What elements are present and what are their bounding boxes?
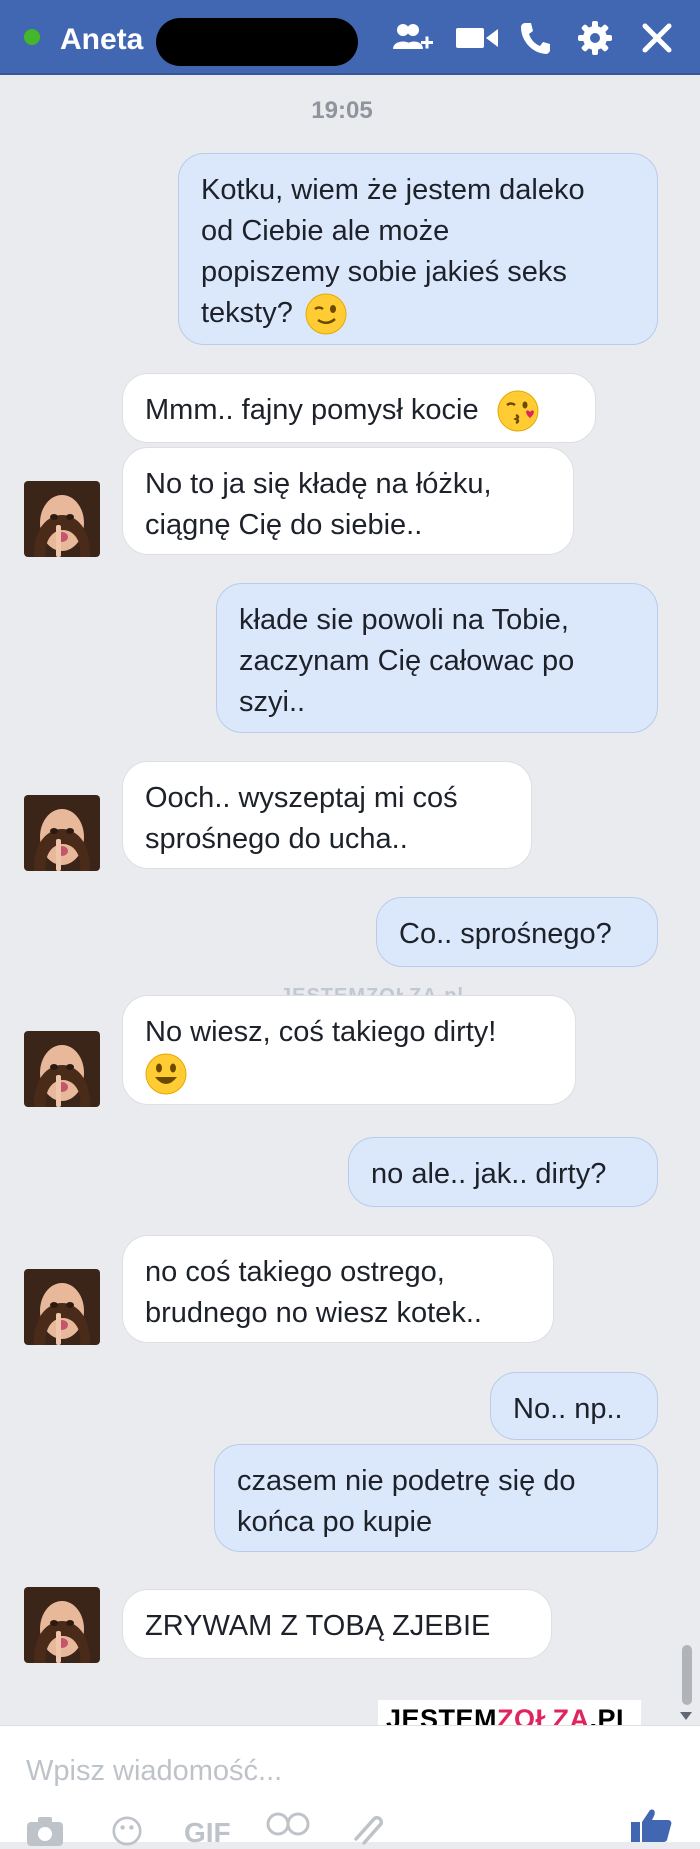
attachment-svg <box>354 1815 384 1845</box>
phone-svg <box>521 23 550 54</box>
outgoing-message[interactable]: kłade sie powoli na Tobie, zaczynam Cię … <box>216 583 658 733</box>
message-line: Mmm.. fajny pomysł kocie <box>145 394 479 426</box>
emoji-svg <box>112 1816 142 1846</box>
message-composer: GIF <box>0 1725 700 1848</box>
scroll-down-arrow-icon[interactable] <box>680 1712 692 1720</box>
message-line: kłade sie powoli na Tobie, <box>239 604 569 636</box>
message-line: no ale.. jak.. dirty? <box>371 1158 607 1190</box>
avatar-image <box>24 795 100 871</box>
online-status-dot <box>24 29 40 45</box>
outgoing-message[interactable]: Co.. sprośnego? <box>376 897 658 967</box>
contact-name[interactable]: Aneta <box>60 22 143 58</box>
scrollbar-thumb[interactable] <box>682 1645 692 1705</box>
incoming-message[interactable]: No wiesz, coś takiego dirty! <box>122 995 576 1105</box>
add-people-icon[interactable] <box>392 18 434 58</box>
camera-icon[interactable] <box>26 1816 64 1846</box>
message-line: ciągnę Cię do siebie.. <box>145 509 423 541</box>
message-line: popiszemy sobie jakieś seks <box>201 256 567 288</box>
kissing-face-icon <box>497 390 539 432</box>
gear-icon[interactable] <box>574 18 616 58</box>
message-line: ZRYWAM Z TOBĄ ZJEBIE <box>145 1610 491 1642</box>
message-line: teksty? <box>201 297 293 329</box>
redaction-bar <box>156 18 358 66</box>
message-line: czasem nie podetrę się do <box>237 1465 576 1497</box>
avatar[interactable] <box>24 481 100 557</box>
gif-button[interactable]: GIF <box>184 1817 231 1848</box>
emoji-icon[interactable] <box>110 1816 144 1846</box>
avatar-image <box>24 1031 100 1107</box>
message-thread[interactable]: 19:05 Kotku, wiem że jestem daleko od Ci… <box>0 75 700 1725</box>
outgoing-message[interactable]: no ale.. jak.. dirty? <box>348 1137 658 1207</box>
message-input[interactable] <box>24 1748 588 1794</box>
message-line: zaczynam Cię całowac po <box>239 645 575 677</box>
avatar-image <box>24 1587 100 1663</box>
close-svg <box>642 23 672 53</box>
avatar[interactable] <box>24 795 100 871</box>
avatar[interactable] <box>24 1031 100 1107</box>
avatar-image <box>24 1269 100 1345</box>
incoming-message[interactable]: Ooch.. wyszeptaj mi coś sprośnego do uch… <box>122 761 532 869</box>
video-svg <box>456 28 498 48</box>
message-line: sprośnego do ucha.. <box>145 823 408 855</box>
incoming-message[interactable]: ZRYWAM Z TOBĄ ZJEBIE <box>122 1589 552 1659</box>
message-line: Kotku, wiem że jestem daleko <box>201 174 585 206</box>
avatar[interactable] <box>24 1587 100 1663</box>
message-line: Co.. sprośnego? <box>399 918 612 950</box>
like-icon[interactable] <box>630 1809 672 1842</box>
attachment-icon[interactable] <box>350 1814 386 1845</box>
phone-icon[interactable] <box>514 18 556 58</box>
message-timestamp: 19:05 <box>311 97 373 124</box>
outgoing-message[interactable]: czasem nie podetrę się do końca po kupie <box>214 1444 658 1552</box>
message-line: końca po kupie <box>237 1506 433 1538</box>
sticker-icon[interactable] <box>266 1812 310 1842</box>
camera-svg <box>27 1817 63 1846</box>
message-line: No.. np.. <box>513 1393 623 1425</box>
outgoing-message[interactable]: No.. np.. <box>490 1372 658 1440</box>
like-svg <box>631 1809 672 1842</box>
incoming-message[interactable]: No to ja się kładę na łóżku, ciągnę Cię … <box>122 447 574 555</box>
avatar[interactable] <box>24 1269 100 1345</box>
winking-face-icon <box>305 293 347 335</box>
message-line: od Ciebie ale może <box>201 215 450 247</box>
sticker-svg <box>266 1812 310 1836</box>
add-people-svg <box>393 24 433 49</box>
close-icon[interactable] <box>636 18 678 58</box>
chat-header: Aneta <box>0 0 700 75</box>
avatar-image <box>24 481 100 557</box>
outgoing-message[interactable]: Kotku, wiem że jestem daleko od Ciebie a… <box>178 153 658 345</box>
message-line: szyi.. <box>239 686 306 718</box>
message-line-with-emoji: teksty? <box>201 293 635 335</box>
message-line: Ooch.. wyszeptaj mi coś <box>145 782 458 814</box>
message-line: brudnego no wiesz kotek.. <box>145 1297 482 1329</box>
message-line: no coś takiego ostrego, <box>145 1256 445 1288</box>
message-line: No to ja się kładę na łóżku, <box>145 468 492 500</box>
video-call-icon[interactable] <box>456 18 498 58</box>
message-line: No wiesz, coś takiego dirty! <box>145 1016 497 1048</box>
incoming-message[interactable]: Mmm.. fajny pomysł kocie <box>122 373 596 443</box>
gear-svg <box>578 21 612 55</box>
smiling-face-icon <box>145 1053 187 1095</box>
incoming-message[interactable]: no coś takiego ostrego, brudnego no wies… <box>122 1235 554 1343</box>
